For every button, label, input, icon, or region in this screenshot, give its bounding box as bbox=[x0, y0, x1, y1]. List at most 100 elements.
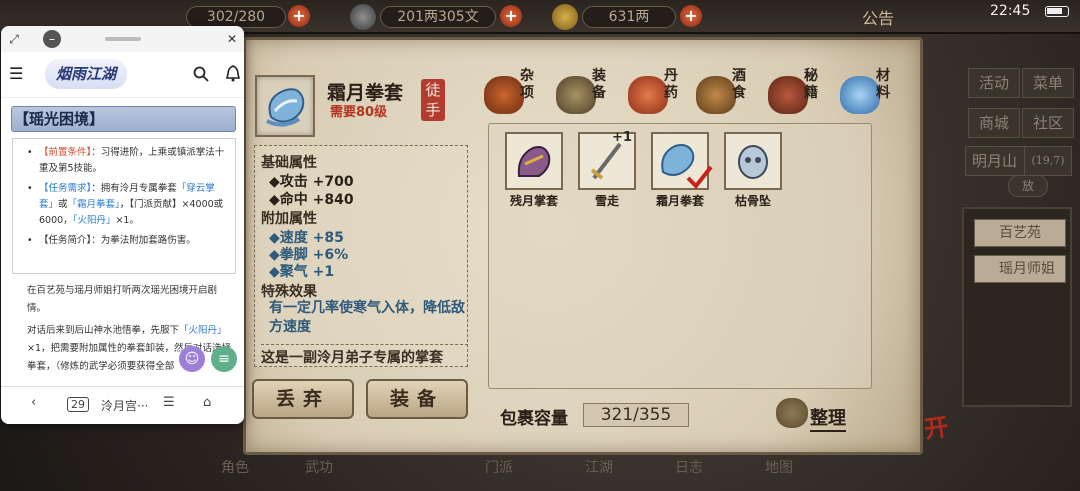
bag-grid: 残月掌套 +1 雪走 霜月拳套 枯骨坠 bbox=[488, 123, 872, 389]
list-menu-icon[interactable]: ≡ bbox=[211, 346, 237, 372]
enhance-badge: +1 bbox=[612, 130, 632, 145]
add-stamina-button[interactable]: + bbox=[288, 5, 310, 27]
gold-display: 631两 bbox=[582, 6, 676, 28]
tab-pills-label: 丹药 bbox=[664, 68, 678, 101]
bell-icon[interactable] bbox=[226, 65, 240, 82]
weapon-type-seal: 徒手 bbox=[421, 79, 445, 121]
money-bag-icon bbox=[776, 398, 808, 428]
home-icon[interactable]: ⌂ bbox=[203, 395, 211, 410]
tab-materials[interactable]: 材料 bbox=[840, 68, 898, 120]
tabs-count-icon[interactable]: 29 bbox=[67, 397, 89, 412]
special-title: 特殊效果 bbox=[261, 284, 317, 300]
equip-button[interactable]: 装备 bbox=[366, 379, 468, 419]
base-attr-hit: ◆命中 +840 bbox=[269, 192, 354, 208]
tab-materials-label: 材料 bbox=[876, 68, 890, 101]
announcement-button[interactable]: 公告 bbox=[862, 5, 894, 29]
tab-pills[interactable]: 丹药 bbox=[628, 68, 686, 120]
back-icon[interactable]: ‹ bbox=[31, 395, 36, 410]
quest-info-box: 【前置条件】：习得进阶，上乘或镇派掌法十重及第5技能。 【任务需求】：拥有泠月专… bbox=[12, 138, 236, 274]
release-button[interactable]: 放 bbox=[1008, 175, 1048, 197]
flavor-text: 这是一副泠月弟子专属的掌套 bbox=[261, 344, 467, 366]
tab-food[interactable]: 酒食 bbox=[696, 68, 754, 120]
gauntlet-icon bbox=[517, 146, 551, 177]
menu-lines-icon[interactable]: ☰ bbox=[163, 395, 175, 410]
site-logo[interactable]: 烟雨江湖 bbox=[45, 59, 127, 89]
popup-bottom-bar: ‹ 29 泠月宫··· ☰ ⌂ bbox=[1, 386, 244, 424]
nav-role[interactable]: 角色 bbox=[221, 457, 249, 477]
npc-item-yaoyue[interactable]: 瑶月师姐 bbox=[974, 255, 1066, 283]
capacity-label: 包裹容量 bbox=[500, 409, 568, 429]
close-icon[interactable]: ✕ bbox=[223, 30, 241, 48]
tab-manuals-label: 秘籍 bbox=[804, 68, 818, 101]
add-gold-button[interactable]: + bbox=[680, 5, 702, 27]
bag-slot[interactable] bbox=[724, 132, 782, 190]
bag-slot-selected[interactable] bbox=[651, 132, 713, 190]
item-detail: 基础属性 ◆攻击 +700 ◆命中 +840 附加属性 ◆速度 +85 ◆拳脚 … bbox=[254, 145, 468, 367]
sort-button[interactable]: 整理 bbox=[810, 404, 846, 432]
capacity-value: 321/355 bbox=[583, 403, 689, 427]
popup-navbar: ☰ 烟雨江湖 bbox=[1, 52, 244, 98]
guide-popup-window: ⤢ – ✕ ☰ 烟雨江湖 【瑶光困境】 【前置条件】：习得进阶，上乘或镇派掌法十… bbox=[1, 26, 244, 424]
bag-item-name: 霜月拳套 bbox=[655, 194, 704, 208]
tab-misc-label: 杂项 bbox=[520, 68, 534, 101]
tab-manuals[interactable]: 秘籍 bbox=[768, 68, 826, 120]
stamina-display: 302/280 bbox=[186, 6, 286, 28]
page-title: 【瑶光困境】 bbox=[11, 106, 236, 132]
drag-handle[interactable] bbox=[105, 37, 141, 41]
coins-display: 201两305文 bbox=[380, 6, 496, 28]
npc-panel: 百艺苑 瑶月师姐 bbox=[962, 207, 1072, 407]
link-huoyang[interactable]: 「火阳丹」 bbox=[73, 215, 116, 226]
nav-map[interactable]: 地图 bbox=[765, 457, 793, 477]
bag-item-name: 雪走 bbox=[594, 194, 619, 208]
base-attr-title: 基础属性 bbox=[261, 155, 317, 171]
tab-equipment-label: 装备 bbox=[592, 68, 606, 101]
hamburger-icon[interactable]: ☰ bbox=[9, 64, 23, 83]
prereq-item: 【前置条件】：习得进阶，上乘或镇派掌法十重及第5技能。 bbox=[27, 145, 227, 177]
location-coords: (19,7) bbox=[1024, 146, 1072, 176]
npc-item-baiyiyuan[interactable]: 百艺苑 bbox=[974, 219, 1066, 247]
coin-purse-icon bbox=[350, 4, 376, 30]
shop-button[interactable]: 商城 bbox=[968, 108, 1020, 138]
search-icon[interactable] bbox=[193, 66, 209, 82]
nav-log[interactable]: 日志 bbox=[675, 457, 703, 477]
task-item: 【任务需求】：拥有泠月专属拳套「穿云掌套」或「霜月拳套」，【门派贡献】×4000… bbox=[27, 181, 227, 229]
nav-world[interactable]: 江湖 bbox=[585, 457, 613, 477]
tab-misc[interactable]: 杂项 bbox=[484, 68, 542, 120]
link-shuangyue[interactable]: 「霜月拳套」 bbox=[68, 199, 120, 210]
community-button[interactable]: 社区 bbox=[1022, 108, 1074, 138]
extra-attr-title: 附加属性 bbox=[261, 211, 317, 227]
nav-skills[interactable]: 武功 bbox=[305, 457, 333, 477]
bag-item-name: 枯骨坠 bbox=[734, 194, 771, 208]
gold-ingot-icon bbox=[552, 4, 578, 30]
frost-gauntlet-icon bbox=[255, 75, 315, 137]
tab-food-label: 酒食 bbox=[732, 68, 746, 101]
activity-button[interactable]: 活动 bbox=[968, 68, 1020, 98]
current-page-title: 泠月宫··· bbox=[101, 399, 149, 413]
base-attr-attack: ◆攻击 +700 bbox=[269, 174, 354, 190]
expand-icon[interactable]: ⤢ bbox=[5, 30, 23, 48]
bag-item-name: 残月掌套 bbox=[509, 194, 558, 208]
location-name: 明月山 bbox=[965, 146, 1029, 176]
summary-item: 【任务简介】：为拳法附加套路伤害。 bbox=[27, 233, 227, 249]
link-huoyang-2[interactable]: 「火阳丹」 bbox=[179, 325, 227, 336]
game-screen: 302/280 + 201两305文 + 631两 + 公告 22:45 活动 … bbox=[0, 0, 1080, 491]
battery-icon bbox=[1045, 6, 1069, 17]
add-coins-button[interactable]: + bbox=[500, 5, 522, 27]
discard-button[interactable]: 丢弃 bbox=[252, 379, 354, 419]
chat-bubble-icon[interactable]: ☺ bbox=[179, 346, 205, 372]
paragraph-1: 在百艺苑与瑶月师姐打听两次瑶光困境开启剧情。 bbox=[27, 285, 218, 314]
skull-pendant-icon bbox=[738, 145, 768, 179]
menu-button[interactable]: 菜单 bbox=[1022, 68, 1074, 98]
nav-sect[interactable]: 门派 bbox=[485, 457, 513, 477]
item-level-requirement: 需要80级 bbox=[330, 105, 388, 120]
paragraph-2: 对话后来到后山神水池悟拳，先服下「火阳丹」×1，把需要附加属性的拳套卸装，然后对… bbox=[27, 325, 232, 372]
bag-slot[interactable]: +1 bbox=[578, 130, 636, 190]
popup-titlebar: ⤢ – ✕ bbox=[1, 26, 244, 52]
check-mark-icon bbox=[686, 165, 713, 190]
tab-equipment[interactable]: 装备 bbox=[556, 68, 614, 120]
special-desc: 有一定几率使寒气入体，降低敌方速度 bbox=[269, 300, 465, 335]
extra-attr-qi: ◆聚气 +1 bbox=[269, 264, 335, 280]
bag-slot[interactable] bbox=[505, 132, 563, 190]
clock: 22:45 bbox=[990, 3, 1031, 19]
minimize-icon[interactable]: – bbox=[43, 30, 61, 48]
